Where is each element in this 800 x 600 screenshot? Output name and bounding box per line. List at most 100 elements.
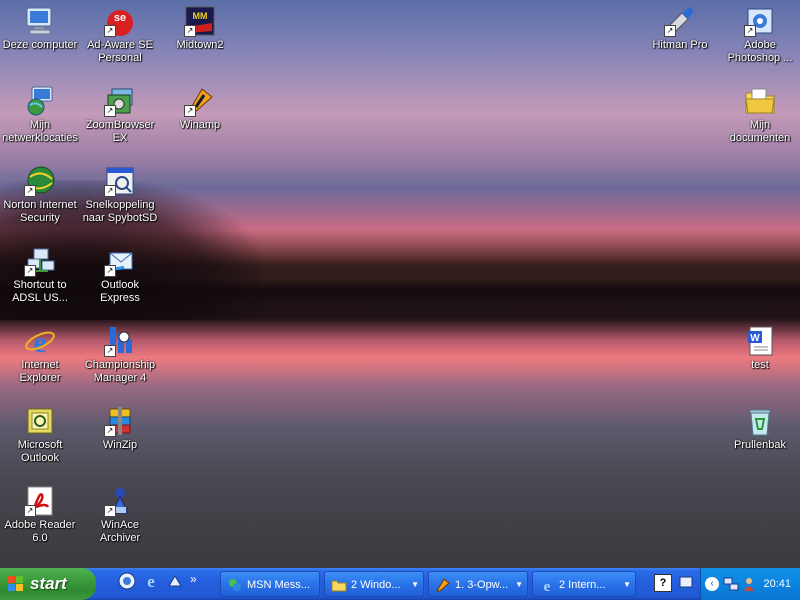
task-opw-winamp[interactable]: 1. 3-Opw... ▼ bbox=[428, 571, 528, 597]
task-label: MSN Mess... bbox=[247, 579, 310, 591]
recycle-bin-icon bbox=[744, 405, 776, 437]
icon-winzip[interactable]: ↗ WinZip bbox=[80, 402, 160, 476]
icon-test-document[interactable]: W test bbox=[720, 322, 800, 396]
icon-label: Deze computer bbox=[2, 39, 78, 51]
msn-messenger-icon bbox=[229, 579, 241, 591]
svg-text:e: e bbox=[147, 572, 155, 590]
icon-midtown2[interactable]: MM ↗ Midtown2 bbox=[160, 2, 240, 76]
icon-label: Hitman Pro bbox=[652, 39, 708, 51]
hitman-pro-icon: ↗ bbox=[664, 5, 696, 37]
icon-label: Adobe Photoshop ... bbox=[727, 39, 793, 64]
icon-norton-internet-security[interactable]: ↗ Norton Internet Security bbox=[0, 162, 80, 236]
group-caret-icon: ▼ bbox=[623, 580, 631, 589]
icon-ad-aware[interactable]: se ↗ Ad-Aware SE Personal bbox=[80, 2, 160, 76]
start-label: start bbox=[30, 574, 67, 593]
svg-text:se: se bbox=[114, 12, 126, 24]
icon-outlook-express[interactable]: ↗ Outlook Express bbox=[80, 242, 160, 316]
ie-task-icon: e bbox=[544, 579, 551, 593]
ql-show-desktop-icon[interactable] bbox=[118, 572, 140, 594]
icon-label: WinZip bbox=[102, 439, 138, 451]
language-icon[interactable] bbox=[678, 574, 694, 590]
group-caret-icon: ▼ bbox=[515, 580, 523, 589]
tray-expand-icon[interactable]: ‹ bbox=[705, 577, 719, 591]
icon-label: Winamp bbox=[179, 119, 221, 131]
icon-adobe-photoshop[interactable]: ↗ Adobe Photoshop ... bbox=[720, 2, 800, 76]
svg-text:e: e bbox=[544, 579, 551, 593]
ql-media-icon[interactable] bbox=[166, 572, 188, 594]
icon-spybot-shortcut[interactable]: ↗ Snelkoppeling naar SpybotSD bbox=[80, 162, 160, 236]
group-caret-icon: ▼ bbox=[411, 580, 419, 589]
adobe-reader-icon: ↗ bbox=[24, 485, 56, 517]
icon-internet-explorer[interactable]: e Internet Explorer bbox=[0, 322, 80, 396]
winzip-icon: ↗ bbox=[104, 405, 136, 437]
icon-zoombrowser[interactable]: ↗ ZoomBrowser EX bbox=[80, 82, 160, 156]
shortcut-arrow-icon: ↗ bbox=[744, 25, 756, 37]
icon-label: Mijn documenten bbox=[729, 119, 791, 144]
shortcut-arrow-icon: ↗ bbox=[104, 105, 116, 117]
icon-label: Prullenbak bbox=[734, 439, 786, 451]
ql-more-chevron[interactable]: » bbox=[190, 572, 212, 594]
adsl-network-icon: ↗ bbox=[24, 245, 56, 277]
icon-adobe-reader[interactable]: ↗ Adobe Reader 6.0 bbox=[0, 482, 80, 556]
shortcut-arrow-icon: ↗ bbox=[24, 265, 36, 277]
zoombrowser-icon: ↗ bbox=[104, 85, 136, 117]
icon-hitman-pro[interactable]: ↗ Hitman Pro bbox=[640, 2, 720, 76]
photoshop-icon: ↗ bbox=[744, 5, 776, 37]
icon-label: Snelkoppeling naar SpybotSD bbox=[82, 199, 158, 224]
network-tray-icon[interactable] bbox=[723, 576, 739, 592]
icon-label: Ad-Aware SE Personal bbox=[87, 39, 153, 64]
word-document-icon: W bbox=[744, 325, 776, 357]
shortcut-arrow-icon: ↗ bbox=[104, 185, 116, 197]
task-msn-messenger[interactable]: MSN Mess... bbox=[220, 571, 320, 597]
icon-label: Internet Explorer bbox=[19, 359, 61, 384]
svg-text:MM: MM bbox=[193, 11, 208, 21]
messenger-tray-icon[interactable] bbox=[741, 576, 757, 592]
svg-text:e: e bbox=[33, 326, 46, 357]
shortcut-arrow-icon: ↗ bbox=[24, 505, 36, 517]
spybot-window-icon: ↗ bbox=[104, 165, 136, 197]
icon-label: Microsoft Outlook bbox=[17, 439, 63, 464]
icon-winamp[interactable]: ↗ Winamp bbox=[160, 82, 240, 156]
icon-label: Mijn netwerklocaties bbox=[2, 119, 78, 144]
icon-winace[interactable]: ↗ WinAce Archiver bbox=[80, 482, 160, 556]
championship-manager-icon: ↗ bbox=[104, 325, 136, 357]
icon-deze-computer[interactable]: Deze computer bbox=[0, 2, 80, 76]
ad-aware-icon: se ↗ bbox=[104, 5, 136, 37]
icon-label: ZoomBrowser EX bbox=[85, 119, 155, 144]
shortcut-arrow-icon: ↗ bbox=[104, 345, 116, 357]
clock[interactable]: 20:41 bbox=[763, 568, 791, 600]
taskbar: start e » MSN Mess... 2 Windo... ▼ 1. 3-… bbox=[0, 568, 800, 600]
icon-championship-manager[interactable]: ↗ Championship Manager 4 bbox=[80, 322, 160, 396]
shortcut-arrow-icon: ↗ bbox=[104, 265, 116, 277]
task-label: 1. 3-Opw... bbox=[455, 579, 509, 591]
folder-documents-icon bbox=[744, 85, 776, 117]
icon-prullenbak[interactable]: Prullenbak bbox=[720, 402, 800, 476]
icon-label: WinAce Archiver bbox=[99, 519, 141, 544]
norton-globe-icon: ↗ bbox=[24, 165, 56, 197]
icon-mijn-documenten[interactable]: Mijn documenten bbox=[720, 82, 800, 156]
help-icon[interactable]: ? bbox=[654, 574, 672, 592]
svg-text:W: W bbox=[750, 333, 760, 344]
task-internet-explorer[interactable]: e 2 Intern... ▼ bbox=[532, 571, 636, 597]
icon-label: Outlook Express bbox=[100, 279, 140, 304]
windows-logo-icon bbox=[8, 576, 23, 591]
ql-internet-explorer-icon[interactable]: e bbox=[142, 572, 164, 594]
task-label: 2 Intern... bbox=[559, 579, 606, 591]
start-button[interactable]: start bbox=[0, 568, 96, 600]
icon-microsoft-outlook[interactable]: Microsoft Outlook bbox=[0, 402, 80, 476]
winamp-task-icon bbox=[436, 578, 450, 592]
icon-label: Midtown2 bbox=[176, 39, 224, 51]
icon-mijn-netwerklocaties[interactable]: Mijn netwerklocaties bbox=[0, 82, 80, 156]
shortcut-arrow-icon: ↗ bbox=[184, 105, 196, 117]
icon-label: Shortcut to ADSL US... bbox=[12, 279, 68, 304]
icon-label: Adobe Reader 6.0 bbox=[4, 519, 76, 544]
winace-icon: ↗ bbox=[104, 485, 136, 517]
shortcut-arrow-icon: ↗ bbox=[24, 185, 36, 197]
icon-label: Championship Manager 4 bbox=[84, 359, 156, 384]
winamp-icon: ↗ bbox=[184, 85, 216, 117]
task-windows-explorer[interactable]: 2 Windo... ▼ bbox=[324, 571, 424, 597]
outlook-express-icon: ↗ bbox=[104, 245, 136, 277]
desktop[interactable]: Deze computer Mijn netwerklocaties ↗ Nor… bbox=[0, 0, 800, 568]
shortcut-arrow-icon: ↗ bbox=[104, 425, 116, 437]
icon-shortcut-adsl[interactable]: ↗ Shortcut to ADSL US... bbox=[0, 242, 80, 316]
